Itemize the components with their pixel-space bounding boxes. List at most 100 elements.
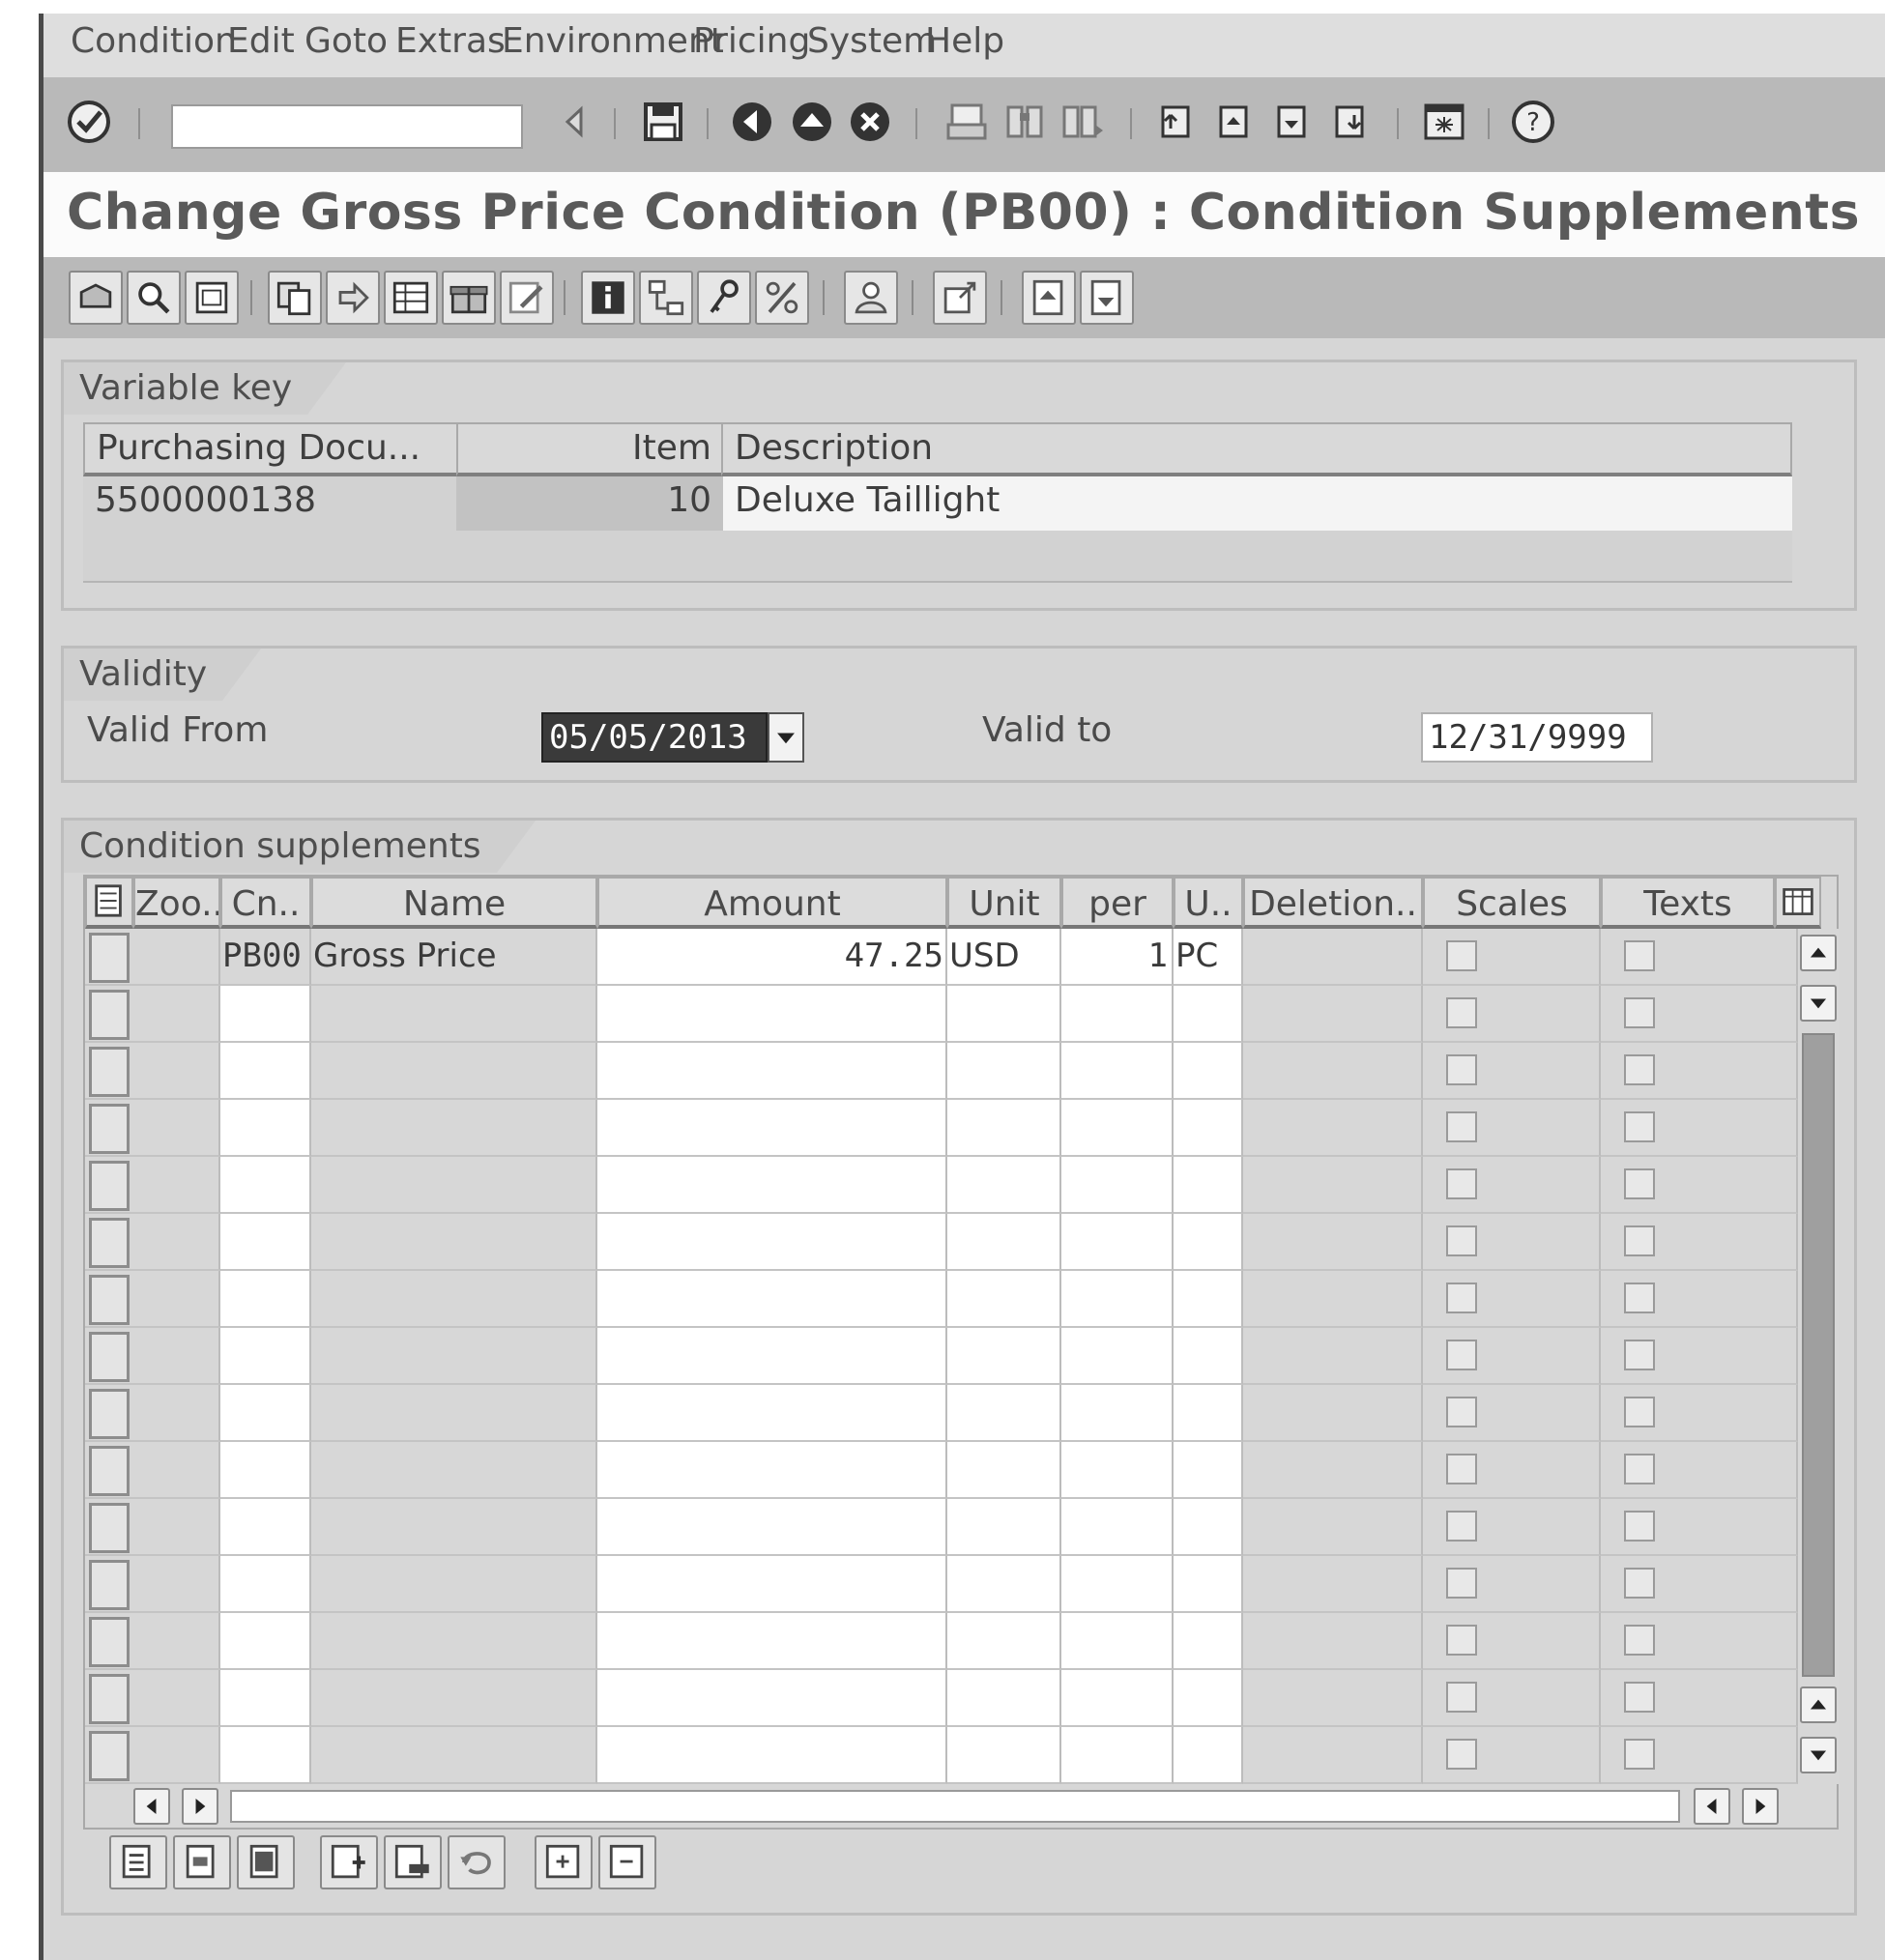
- table-row[interactable]: [85, 1214, 1798, 1271]
- select-all-icon[interactable]: [109, 1835, 167, 1889]
- horizontal-scrollbar[interactable]: [85, 1784, 1837, 1828]
- amount-cell[interactable]: [597, 1328, 947, 1385]
- print-icon[interactable]: [942, 98, 991, 146]
- texts-checkbox[interactable]: [1624, 1739, 1655, 1770]
- amount-cell[interactable]: [597, 1271, 947, 1328]
- row-selector[interactable]: [89, 1731, 130, 1781]
- uom-cell[interactable]: PC: [1174, 929, 1243, 986]
- amount-cell[interactable]: [597, 1670, 947, 1727]
- amount-cell[interactable]: [597, 1043, 947, 1100]
- scales-checkbox[interactable]: [1446, 1511, 1477, 1542]
- unit-cell[interactable]: [947, 1442, 1061, 1499]
- amount-cell[interactable]: [597, 1385, 947, 1442]
- scroll-far-left-button[interactable]: [1694, 1788, 1730, 1825]
- texts-checkbox[interactable]: [1624, 1283, 1655, 1313]
- condition-type-cell[interactable]: [220, 1328, 311, 1385]
- scales-checkbox[interactable]: [1446, 1739, 1477, 1770]
- column-config-icon[interactable]: [1775, 877, 1821, 929]
- row-selector[interactable]: [89, 1161, 130, 1211]
- texts-checkbox[interactable]: [1624, 997, 1655, 1028]
- vertical-scrollbar[interactable]: [1798, 929, 1839, 1784]
- texts-checkbox[interactable]: [1624, 1568, 1655, 1599]
- menu-environment[interactable]: Environment: [502, 21, 724, 61]
- condition-type-cell[interactable]: [220, 1043, 311, 1100]
- uom-cell[interactable]: [1174, 1157, 1243, 1214]
- row-selector[interactable]: [89, 1446, 130, 1496]
- texts-checkbox[interactable]: [1624, 1168, 1655, 1199]
- zoo-cell[interactable]: [85, 1100, 220, 1157]
- zoo-cell[interactable]: [85, 1214, 220, 1271]
- condition-type-cell[interactable]: [220, 1157, 311, 1214]
- zoo-cell[interactable]: [85, 986, 220, 1043]
- condition-type-cell[interactable]: [220, 1499, 311, 1556]
- amount-cell[interactable]: [597, 1499, 947, 1556]
- cancel-icon[interactable]: [846, 98, 894, 146]
- table-row[interactable]: [85, 1727, 1798, 1784]
- uom-cell[interactable]: [1174, 1670, 1243, 1727]
- zoo-cell[interactable]: [85, 1613, 220, 1670]
- scales-checkbox[interactable]: [1446, 1283, 1477, 1313]
- user-icon[interactable]: [844, 271, 898, 325]
- scales-checkbox[interactable]: [1446, 997, 1477, 1028]
- unit-cell[interactable]: [947, 1328, 1061, 1385]
- texts-checkbox[interactable]: [1624, 1397, 1655, 1427]
- scroll-down-button[interactable]: [1800, 985, 1837, 1022]
- expand-icon[interactable]: [535, 1835, 593, 1889]
- scales-checkbox[interactable]: [1446, 1397, 1477, 1427]
- table-row[interactable]: [85, 1043, 1798, 1100]
- scales-checkbox[interactable]: [1446, 1054, 1477, 1085]
- percent-icon[interactable]: [755, 271, 809, 325]
- zoo-cell[interactable]: [85, 1328, 220, 1385]
- col-per[interactable]: per: [1061, 877, 1174, 929]
- scrollbar-track[interactable]: [1802, 1033, 1835, 1677]
- enter-icon[interactable]: [65, 98, 113, 146]
- edit-icon[interactable]: [500, 271, 554, 325]
- table-settings-icon[interactable]: [85, 877, 133, 929]
- menu-system[interactable]: System: [807, 21, 937, 61]
- uom-cell[interactable]: [1174, 1727, 1243, 1784]
- help-icon[interactable]: ?: [1509, 98, 1557, 146]
- amount-cell[interactable]: [597, 986, 947, 1043]
- new-session-icon[interactable]: [1420, 98, 1468, 146]
- row-selector[interactable]: [89, 1674, 130, 1724]
- menu-condition[interactable]: Condition: [71, 21, 237, 61]
- zoo-cell[interactable]: [85, 1385, 220, 1442]
- table-row[interactable]: [85, 1328, 1798, 1385]
- previous-record-icon[interactable]: [1022, 271, 1076, 325]
- menu-pricing[interactable]: Pricing: [693, 21, 810, 61]
- table-row[interactable]: [85, 1613, 1798, 1670]
- undo-icon[interactable]: [448, 1835, 506, 1889]
- condition-type-cell[interactable]: [220, 1727, 311, 1784]
- row-selector[interactable]: [89, 1047, 130, 1097]
- next-page-icon[interactable]: [1267, 98, 1316, 146]
- previous-page-icon[interactable]: [1209, 98, 1258, 146]
- uom-cell[interactable]: [1174, 1043, 1243, 1100]
- first-page-icon[interactable]: [1151, 98, 1200, 146]
- amount-cell[interactable]: [597, 1214, 947, 1271]
- delete-row-icon[interactable]: [384, 1835, 442, 1889]
- texts-checkbox[interactable]: [1624, 1682, 1655, 1713]
- col-cn[interactable]: Cn..: [220, 877, 311, 929]
- scroll-up-button[interactable]: [1800, 935, 1837, 971]
- structure-icon[interactable]: [639, 271, 693, 325]
- uom-cell[interactable]: [1174, 1499, 1243, 1556]
- zoo-cell[interactable]: [85, 1043, 220, 1100]
- scales-checkbox[interactable]: [1446, 1682, 1477, 1713]
- uom-cell[interactable]: [1174, 1613, 1243, 1670]
- texts-checkbox[interactable]: [1624, 1111, 1655, 1142]
- amount-cell[interactable]: 47.25: [597, 929, 947, 986]
- next-record-icon[interactable]: [1080, 271, 1134, 325]
- collapse-icon[interactable]: [598, 1835, 656, 1889]
- row-selector[interactable]: [89, 1104, 130, 1154]
- key-icon[interactable]: [697, 271, 751, 325]
- scales-checkbox[interactable]: [1446, 1168, 1477, 1199]
- scroll-far-right-button[interactable]: [1742, 1788, 1779, 1825]
- unit-cell[interactable]: USD: [947, 929, 1061, 986]
- command-field[interactable]: [171, 104, 523, 149]
- row-selector[interactable]: [89, 933, 130, 983]
- per-cell[interactable]: [1061, 1727, 1174, 1784]
- row-selector[interactable]: [89, 1332, 130, 1382]
- export-icon[interactable]: [933, 271, 987, 325]
- texts-checkbox[interactable]: [1624, 1340, 1655, 1370]
- amount-cell[interactable]: [597, 1100, 947, 1157]
